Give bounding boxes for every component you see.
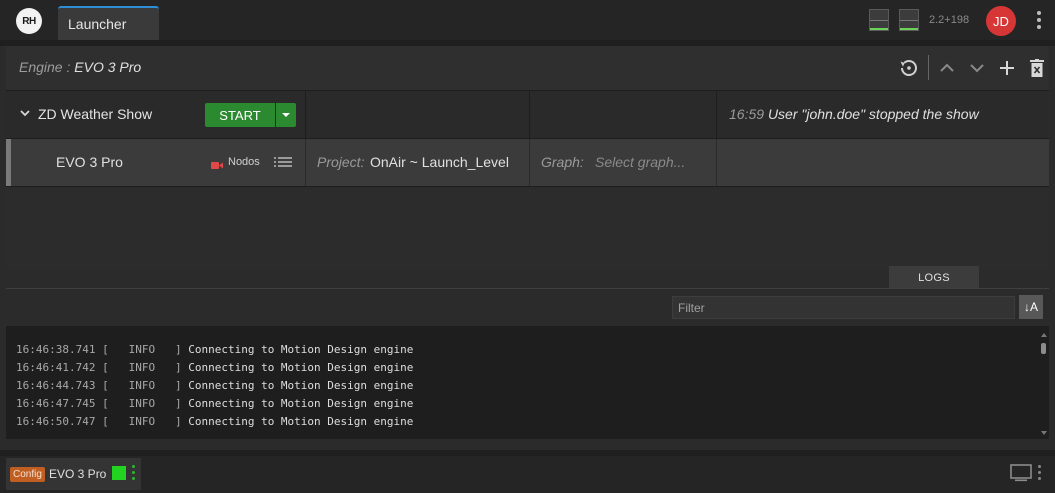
sort-button[interactable]: ↓A	[1019, 295, 1043, 319]
move-down-icon[interactable]	[965, 56, 989, 80]
bottom-menu-icon[interactable]	[1038, 465, 1042, 483]
column-divider	[716, 139, 717, 186]
scroll-down-arrow[interactable]	[1041, 431, 1047, 435]
status-indicator	[112, 466, 126, 480]
engine-row-accent	[6, 139, 11, 186]
show-name: ZD Weather Show	[38, 106, 153, 122]
scroll-up-arrow[interactable]	[1041, 333, 1047, 337]
screen-icon[interactable]	[1010, 464, 1032, 482]
add-icon[interactable]	[995, 56, 1019, 80]
engine-tab-name: EVO 3 Pro	[49, 467, 107, 481]
engine-prefix: Engine :	[19, 59, 75, 75]
main-menu-icon[interactable]	[1037, 11, 1041, 32]
list-icon[interactable]	[274, 155, 292, 169]
camera-icon	[211, 157, 223, 169]
project-value[interactable]: OnAir ~ Launch_Level	[370, 154, 509, 170]
engine-row[interactable]	[6, 138, 1049, 187]
show-status: 16:59 User "john.doe" stopped the show	[729, 106, 979, 122]
project-label: Project:	[317, 154, 365, 170]
status-text: User "john.doe" stopped the show	[767, 106, 979, 122]
column-divider	[529, 90, 530, 138]
column-divider	[305, 139, 306, 186]
app-logo[interactable]: RH	[16, 8, 42, 34]
log-line: 16:46:50.747 [ INFO ] Connecting to Moti…	[16, 415, 414, 428]
engine-row-name: EVO 3 Pro	[56, 154, 123, 170]
filter-input[interactable]	[672, 296, 1015, 319]
engine-title: Engine : EVO 3 Pro	[19, 59, 141, 75]
bottom-bar	[0, 456, 1055, 493]
monitor-2-icon[interactable]	[899, 9, 919, 31]
delete-icon[interactable]	[1025, 56, 1049, 80]
log-line: 16:46:41.742 [ INFO ] Connecting to Moti…	[16, 361, 414, 374]
chevron-down-icon[interactable]	[19, 106, 33, 120]
monitor-1-icon[interactable]	[869, 9, 889, 31]
user-avatar[interactable]: JD	[986, 6, 1016, 36]
status-time: 16:59	[729, 106, 765, 122]
graph-label: Graph:	[541, 154, 584, 170]
log-scrollbar-thumb[interactable]	[1041, 343, 1046, 354]
engine-header	[6, 46, 1049, 90]
engine-name: EVO 3 Pro	[74, 59, 142, 75]
tab-launcher[interactable]: Launcher	[58, 6, 159, 40]
column-divider	[716, 90, 717, 138]
toolbar-divider	[928, 55, 929, 80]
history-icon[interactable]	[897, 56, 921, 80]
column-divider	[305, 90, 306, 138]
log-line: 16:46:38.741 [ INFO ] Connecting to Moti…	[16, 343, 414, 356]
renderer-label: Nodos	[228, 156, 260, 168]
start-dropdown-button[interactable]	[276, 103, 296, 127]
column-divider	[529, 139, 530, 186]
shows-empty-area	[6, 188, 1049, 270]
logs-tab-divider	[6, 288, 1049, 289]
config-badge[interactable]: Config	[10, 467, 45, 482]
tab-logs[interactable]: LOGS	[889, 266, 979, 289]
log-line: 16:46:44.743 [ INFO ] Connecting to Moti…	[16, 379, 414, 392]
graph-select[interactable]: Select graph...	[595, 154, 685, 170]
start-button[interactable]: START	[205, 103, 275, 127]
engine-tab-menu-icon[interactable]	[132, 465, 136, 483]
log-line: 16:46:47.745 [ INFO ] Connecting to Moti…	[16, 397, 414, 410]
move-up-icon[interactable]	[935, 56, 959, 80]
version-label: 2.2+198	[929, 14, 970, 26]
